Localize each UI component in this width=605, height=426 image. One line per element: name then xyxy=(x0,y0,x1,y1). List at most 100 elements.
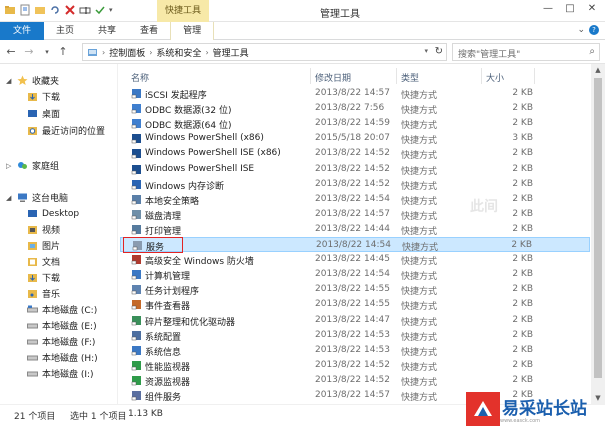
back-arrow-icon[interactable]: ← xyxy=(4,45,18,59)
expand-arrow-icon[interactable]: ▷ xyxy=(6,162,11,170)
file-row[interactable]: 服务 2013/8/22 14:54 快捷方式 2 KB xyxy=(120,237,590,253)
nav-item-drive-f[interactable]: 本地磁盘 (F:) xyxy=(27,334,95,349)
file-size: 2 KB xyxy=(512,344,533,355)
file-size: 2 KB xyxy=(512,193,533,204)
tab-manage[interactable]: 管理 xyxy=(170,22,215,40)
file-name: Windows PowerShell (x86) xyxy=(145,133,264,144)
file-row[interactable]: 打印管理 2013/8/22 14:44 快捷方式 2 KB xyxy=(120,222,590,237)
refresh-icon[interactable]: ↻ xyxy=(435,46,443,57)
search-input[interactable]: 搜索"管理工具" ⌕ xyxy=(452,43,600,61)
check-icon[interactable] xyxy=(94,4,106,16)
new-folder-icon[interactable] xyxy=(34,4,46,16)
nav-item-downloads-pc[interactable]: 下载 xyxy=(27,270,60,285)
column-divider[interactable] xyxy=(396,68,397,84)
nav-homegroup[interactable]: 家庭组 xyxy=(17,158,59,173)
file-row[interactable]: 任务计划程序 2013/8/22 14:55 快捷方式 2 KB xyxy=(120,282,590,297)
tab-file[interactable]: 文件 xyxy=(0,22,45,40)
file-row[interactable]: 碎片整理和优化驱动器 2013/8/22 14:47 快捷方式 2 KB xyxy=(120,313,590,328)
recent-dropdown-icon[interactable]: ▾ xyxy=(40,45,54,59)
file-row[interactable]: 系统信息 2013/8/22 14:53 快捷方式 2 KB xyxy=(120,343,590,358)
nav-item-drive-i[interactable]: 本地磁盘 (I:) xyxy=(27,366,94,381)
file-row[interactable]: Windows PowerShell (x86) 2015/5/18 20:07 快… xyxy=(120,131,590,146)
ribbon-tabs: 文件 主页 共享 查看 管理 xyxy=(0,22,605,40)
nav-item-desktop[interactable]: 桌面 xyxy=(27,106,60,121)
file-row[interactable]: 磁盘清理 2013/8/22 14:57 快捷方式 2 KB xyxy=(120,207,590,222)
nav-item-recent[interactable]: 最近访问的位置 xyxy=(27,123,105,138)
rename-icon[interactable] xyxy=(79,4,91,16)
delete-icon[interactable] xyxy=(64,4,76,16)
column-name[interactable]: 名称 xyxy=(131,71,149,84)
file-row[interactable]: Windows 内存诊断 2013/8/22 14:52 快捷方式 2 KB xyxy=(120,177,590,192)
nav-item-drive-e[interactable]: 本地磁盘 (E:) xyxy=(27,318,97,333)
scroll-thumb[interactable] xyxy=(594,78,602,378)
scroll-up-icon[interactable]: ▲ xyxy=(591,64,605,76)
file-row[interactable]: 高级安全 Windows 防火墙 2013/8/22 14:45 快捷方式 2 KB xyxy=(120,252,590,267)
file-row[interactable]: Windows PowerShell ISE (x86) 2013/8/22 14… xyxy=(120,146,590,161)
expand-arrow-icon[interactable]: ◢ xyxy=(6,77,11,85)
column-header: 名称 修改日期 类型 大小 xyxy=(120,66,590,86)
file-row[interactable]: 本地安全策略 2013/8/22 14:54 快捷方式 2 KB xyxy=(120,192,590,207)
documents-icon xyxy=(28,258,37,266)
breadcrumb-separator-icon: › xyxy=(149,47,153,57)
address-dropdown-icon[interactable]: ▾ xyxy=(424,47,428,55)
app-folder-icon xyxy=(5,6,15,14)
column-divider[interactable] xyxy=(534,68,535,84)
breadcrumb-admin-tools[interactable]: 管理工具 xyxy=(213,46,249,59)
column-size[interactable]: 大小 xyxy=(486,71,504,84)
file-date: 2015/5/18 20:07 xyxy=(315,133,390,144)
file-row[interactable]: 计算机管理 2013/8/22 14:54 快捷方式 2 KB xyxy=(120,267,590,282)
tab-share[interactable]: 共享 xyxy=(86,22,128,40)
file-type: 快捷方式 xyxy=(401,287,438,298)
tab-view[interactable]: 查看 xyxy=(128,22,170,40)
minimize-button[interactable]: — xyxy=(537,0,559,18)
nav-item-documents[interactable]: 文档 xyxy=(27,254,60,269)
shortcut-icon xyxy=(131,209,141,220)
file-row[interactable]: Windows PowerShell ISE 2013/8/22 14:52 快捷方… xyxy=(120,162,590,177)
chevron-down-icon[interactable]: ⌄ xyxy=(577,25,585,35)
nav-item-downloads[interactable]: 下载 xyxy=(27,89,60,104)
column-divider[interactable] xyxy=(481,68,482,84)
file-row[interactable]: ODBC 数据源(64 位) 2013/8/22 14:59 快捷方式 2 KB xyxy=(120,116,590,131)
column-date[interactable]: 修改日期 xyxy=(315,71,351,84)
tab-home[interactable]: 主页 xyxy=(44,22,86,40)
up-arrow-icon[interactable]: ↑ xyxy=(56,45,70,59)
column-divider[interactable] xyxy=(310,68,311,84)
nav-item-videos[interactable]: 视频 xyxy=(27,222,60,237)
shortcut-icon xyxy=(131,360,141,371)
search-icon[interactable]: ⌕ xyxy=(589,46,595,57)
nav-item-drive-h[interactable]: 本地磁盘 (H:) xyxy=(27,350,98,365)
file-row[interactable]: 事件查看器 2013/8/22 14:55 快捷方式 2 KB xyxy=(120,297,590,312)
undo-icon[interactable] xyxy=(49,4,61,16)
scroll-down-icon[interactable]: ▼ xyxy=(591,392,605,404)
nav-item-music[interactable]: 音乐 xyxy=(27,286,60,301)
maximize-button[interactable]: □ xyxy=(559,0,581,18)
address-bar[interactable]: › 控制面板 › 系统和安全 › 管理工具 ▾ ↻ xyxy=(82,43,447,61)
breadcrumb-system-security[interactable]: 系统和安全 xyxy=(156,46,201,59)
file-type: 快捷方式 xyxy=(401,393,438,403)
breadcrumb-control-panel[interactable]: 控制面板 xyxy=(109,46,145,59)
qat-dropdown-icon[interactable]: ▾ xyxy=(109,4,121,16)
close-button[interactable]: ✕ xyxy=(581,0,603,18)
help-icon[interactable]: ? xyxy=(589,25,599,35)
highlight-box xyxy=(123,237,183,253)
vertical-scrollbar[interactable]: ▲ ▼ xyxy=(591,64,605,404)
properties-icon[interactable] xyxy=(19,4,31,16)
nav-this-pc[interactable]: 这台电脑 xyxy=(17,190,68,205)
file-date: 2013/8/22 14:55 xyxy=(315,284,390,295)
column-type[interactable]: 类型 xyxy=(401,71,419,84)
nav-item-drive-c[interactable]: 本地磁盘 (C:) xyxy=(27,302,97,317)
status-item-count: 21 个项目 xyxy=(14,412,56,422)
file-size: 2 KB xyxy=(512,163,533,174)
nav-item-desktop-pc[interactable]: Desktop xyxy=(27,206,79,221)
file-row[interactable]: iSCSI 发起程序 2013/8/22 14:57 快捷方式 2 KB xyxy=(120,86,590,101)
window-controls: — □ ✕ xyxy=(537,0,603,18)
file-row[interactable]: 系统配置 2013/8/22 14:53 快捷方式 2 KB xyxy=(120,328,590,343)
nav-favorites[interactable]: 收藏夹 xyxy=(17,73,59,88)
star-icon xyxy=(17,75,28,85)
file-row[interactable]: 资源监视器 2013/8/22 14:52 快捷方式 2 KB xyxy=(120,373,590,388)
file-row[interactable]: ODBC 数据源(32 位) 2013/8/22 7:56 快捷方式 2 KB xyxy=(120,101,590,116)
forward-arrow-icon[interactable]: → xyxy=(22,45,36,59)
file-row[interactable]: 性能监视器 2013/8/22 14:52 快捷方式 2 KB xyxy=(120,358,590,373)
expand-arrow-icon[interactable]: ◢ xyxy=(6,194,11,202)
nav-item-pictures[interactable]: 图片 xyxy=(27,238,60,253)
